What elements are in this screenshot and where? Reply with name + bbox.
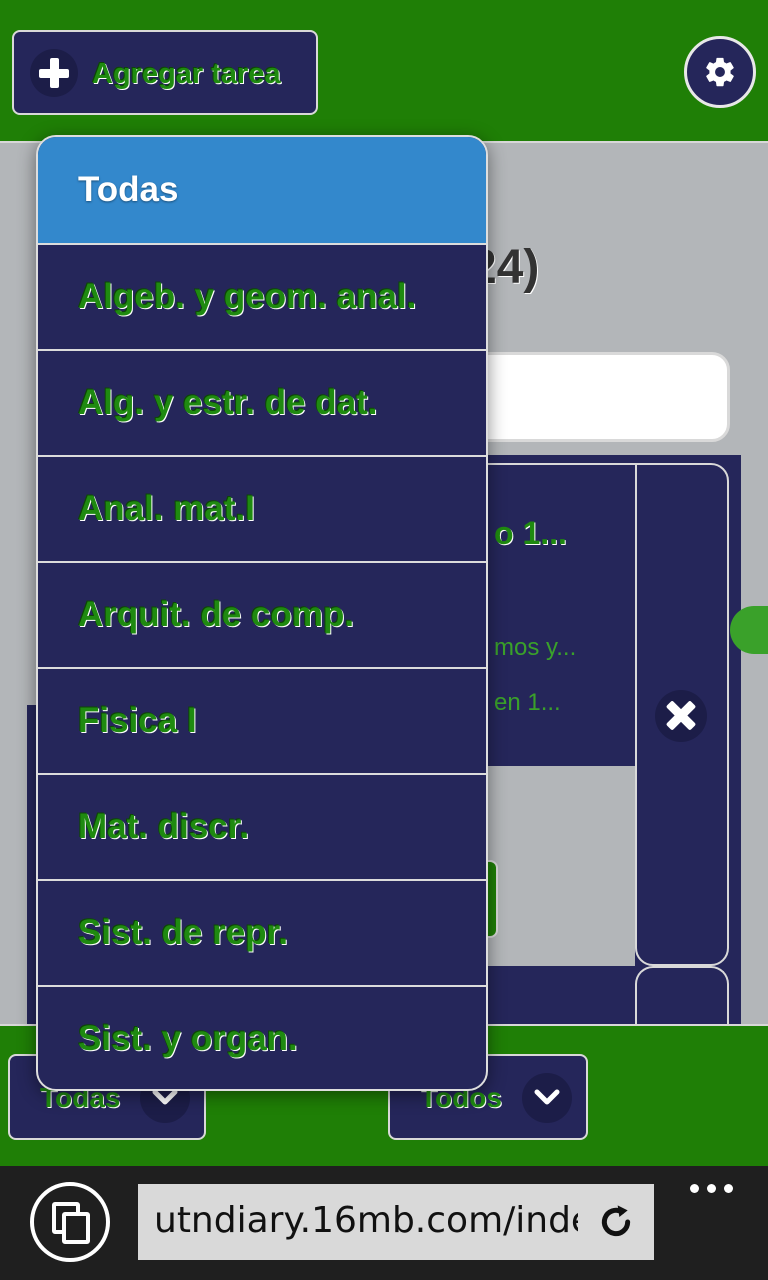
reload-button[interactable]	[578, 1184, 654, 1260]
task-date: en 1...	[494, 689, 561, 716]
task-card-body[interactable]	[488, 463, 635, 766]
close-icon[interactable]	[655, 690, 707, 742]
chevron-down-icon	[522, 1073, 572, 1123]
more-dot	[724, 1184, 733, 1193]
dropdown-option-algeb[interactable]: Algeb. y geom. anal.	[38, 243, 486, 349]
address-bar[interactable]: utndiary.16mb.com/index	[138, 1184, 654, 1260]
dropdown-option-sist-repr[interactable]: Sist. de repr.	[38, 879, 486, 985]
dropdown-option-arquit[interactable]: Arquit. de comp.	[38, 561, 486, 667]
browser-toolbar: utndiary.16mb.com/index	[0, 1166, 768, 1280]
add-task-label: Agregar tarea	[92, 58, 281, 90]
plus-icon	[30, 49, 78, 97]
dropdown-option-sist-organ[interactable]: Sist. y organ.	[38, 985, 486, 1089]
task-card-action-edge	[488, 860, 498, 938]
tabs-button[interactable]	[30, 1182, 110, 1262]
add-task-button[interactable]: Agregar tarea	[12, 30, 318, 115]
refresh-icon	[601, 1205, 631, 1237]
more-dot	[707, 1184, 716, 1193]
task-detail: mos y...	[494, 634, 577, 661]
dropdown-option-mat-discr[interactable]: Mat. discr.	[38, 773, 486, 879]
gear-icon	[706, 57, 734, 87]
more-options-button[interactable]	[688, 1180, 736, 1200]
dropdown-option-anal-mat[interactable]: Anal. mat.I	[38, 455, 486, 561]
more-dot	[690, 1184, 699, 1193]
task-title: o 1...	[494, 515, 567, 551]
card-separator	[488, 766, 635, 966]
header-bar: Agregar tarea	[0, 0, 768, 143]
search-input[interactable]	[460, 352, 730, 442]
dropdown-option-todas[interactable]: Todas	[38, 137, 486, 243]
url-text: utndiary.16mb.com/index	[154, 1200, 614, 1241]
tabs-icon-front	[62, 1212, 90, 1244]
dropdown-option-fisica[interactable]: Fisica I	[38, 667, 486, 773]
dropdown-option-alg-estr[interactable]: Alg. y estr. de dat.	[38, 349, 486, 455]
category-dropdown-menu: Todas Algeb. y geom. anal. Alg. y estr. …	[36, 135, 488, 1091]
settings-button[interactable]	[684, 36, 756, 108]
